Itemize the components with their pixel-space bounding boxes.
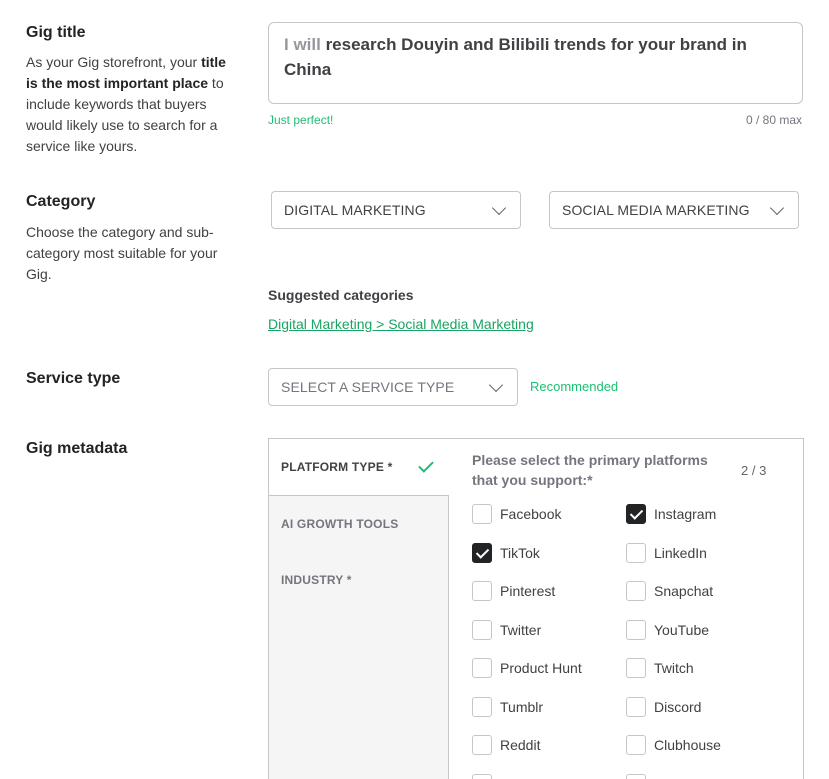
chevron-down-icon bbox=[491, 200, 507, 215]
subcategory-select[interactable]: SOCIAL MEDIA MARKETING bbox=[549, 191, 799, 229]
checkbox[interactable] bbox=[626, 774, 646, 779]
checkbox-checked[interactable] bbox=[472, 543, 492, 563]
metadata-panel: PLATFORM TYPE * AI GROWTH TOOLS INDUSTRY… bbox=[268, 438, 804, 779]
option-facebook[interactable]: Facebook bbox=[472, 504, 561, 524]
option-tiktok[interactable]: TikTok bbox=[472, 543, 540, 563]
platform-question: Please select the primary platforms that… bbox=[472, 452, 708, 488]
title-counter: 0 / 80 max bbox=[745, 113, 802, 127]
option-reddit[interactable]: Reddit bbox=[472, 735, 540, 755]
category-select[interactable]: DIGITAL MARKETING bbox=[271, 191, 521, 229]
checkbox[interactable] bbox=[626, 658, 646, 678]
option-partial[interactable] bbox=[626, 774, 654, 779]
subcategory-value: SOCIAL MEDIA MARKETING bbox=[562, 202, 750, 218]
checkbox[interactable] bbox=[472, 774, 492, 779]
category-value: DIGITAL MARKETING bbox=[284, 202, 426, 218]
checkbox-checked[interactable] bbox=[626, 504, 646, 524]
checkbox[interactable] bbox=[472, 504, 492, 524]
option-partial[interactable] bbox=[472, 774, 500, 779]
gig-title-input[interactable]: I will research Douyin and Bilibili tren… bbox=[268, 22, 803, 104]
option-tumblr[interactable]: Tumblr bbox=[472, 697, 543, 717]
option-youtube[interactable]: YouTube bbox=[626, 620, 709, 640]
option-instagram[interactable]: Instagram bbox=[626, 504, 716, 524]
checkbox[interactable] bbox=[472, 581, 492, 601]
selection-count: 2 / 3 bbox=[741, 463, 767, 478]
option-linkedin[interactable]: LinkedIn bbox=[626, 543, 707, 563]
service-type-placeholder: SELECT A SERVICE TYPE bbox=[281, 379, 455, 395]
option-twitch[interactable]: Twitch bbox=[626, 658, 694, 678]
option-pinterest[interactable]: Pinterest bbox=[472, 581, 555, 601]
gig-metadata-heading: Gig metadata bbox=[26, 440, 128, 457]
check-icon bbox=[418, 457, 435, 473]
option-snapchat[interactable]: Snapchat bbox=[626, 581, 713, 601]
checkbox[interactable] bbox=[626, 620, 646, 640]
checkbox[interactable] bbox=[626, 735, 646, 755]
service-type-heading: Service type bbox=[26, 370, 121, 387]
title-prefix: I will bbox=[284, 35, 321, 54]
option-discord[interactable]: Discord bbox=[626, 697, 701, 717]
tab-platform-type[interactable]: PLATFORM TYPE * bbox=[269, 439, 449, 496]
tab-ai-growth-tools[interactable]: AI GROWTH TOOLS bbox=[281, 517, 398, 531]
service-type-select[interactable]: SELECT A SERVICE TYPE bbox=[268, 368, 518, 406]
gig-title-description: As your Gig storefront, your title is th… bbox=[26, 54, 226, 154]
title-value: research Douyin and Bilibili trends for … bbox=[284, 35, 747, 79]
checkbox[interactable] bbox=[626, 543, 646, 563]
checkbox[interactable] bbox=[472, 735, 492, 755]
suggested-category-link[interactable]: Digital Marketing > Social Media Marketi… bbox=[268, 316, 534, 332]
title-hint: Just perfect! bbox=[268, 113, 334, 127]
checkbox[interactable] bbox=[472, 620, 492, 640]
option-product-hunt[interactable]: Product Hunt bbox=[472, 658, 582, 678]
tab-industry[interactable]: INDUSTRY * bbox=[281, 573, 352, 587]
chevron-down-icon bbox=[488, 377, 504, 392]
tab-label: PLATFORM TYPE * bbox=[281, 460, 393, 474]
recommended-label: Recommended bbox=[530, 379, 619, 394]
checkbox[interactable] bbox=[626, 697, 646, 717]
checkbox[interactable] bbox=[626, 581, 646, 601]
suggested-categories-title: Suggested categories bbox=[268, 287, 414, 303]
chevron-down-icon bbox=[769, 200, 785, 215]
option-twitter[interactable]: Twitter bbox=[472, 620, 541, 640]
category-heading: Category bbox=[26, 193, 96, 210]
category-description: Choose the category and sub-category mos… bbox=[26, 224, 218, 282]
gig-title-heading: Gig title bbox=[26, 24, 86, 41]
checkbox[interactable] bbox=[472, 697, 492, 717]
option-clubhouse[interactable]: Clubhouse bbox=[626, 735, 721, 755]
checkbox[interactable] bbox=[472, 658, 492, 678]
